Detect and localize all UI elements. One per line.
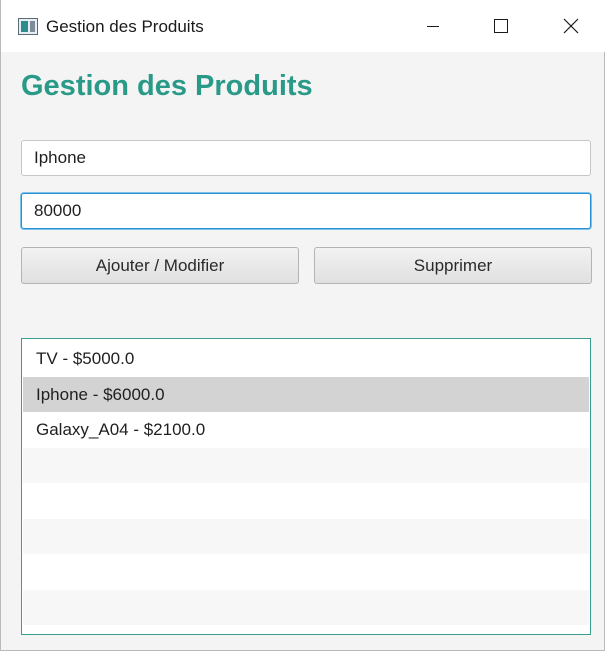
empty-list-row xyxy=(23,518,589,554)
window-title: Gestion des Produits xyxy=(46,17,204,36)
empty-list-row xyxy=(23,554,589,589)
empty-list-row xyxy=(23,483,589,518)
title-bar[interactable]: Gestion des Produits xyxy=(1,0,605,52)
maximize-icon xyxy=(494,19,508,33)
page-title: Gestion des Produits xyxy=(21,70,313,102)
list-item[interactable]: TV - $5000.0 xyxy=(23,341,589,376)
minimize-icon xyxy=(427,26,439,27)
empty-list-row xyxy=(23,447,589,483)
product-name-input[interactable] xyxy=(21,140,591,176)
minimize-button[interactable] xyxy=(401,0,465,52)
app-window-icon xyxy=(18,18,38,35)
list-item[interactable]: Iphone - $6000.0 xyxy=(23,376,589,412)
delete-button[interactable]: Supprimer xyxy=(314,247,592,284)
maximize-button[interactable] xyxy=(469,0,533,52)
product-price-input[interactable] xyxy=(21,193,591,229)
list-item[interactable]: Galaxy_A04 - $2100.0 xyxy=(23,412,589,447)
empty-list-row xyxy=(23,589,589,625)
close-button[interactable] xyxy=(539,0,603,52)
product-list[interactable]: TV - $5000.0 Iphone - $6000.0 Galaxy_A04 -… xyxy=(21,338,591,635)
add-modify-button[interactable]: Ajouter / Modifier xyxy=(21,247,299,284)
app-window: Gestion des Produits Gestion des Produit… xyxy=(0,0,605,651)
close-icon xyxy=(563,18,579,34)
